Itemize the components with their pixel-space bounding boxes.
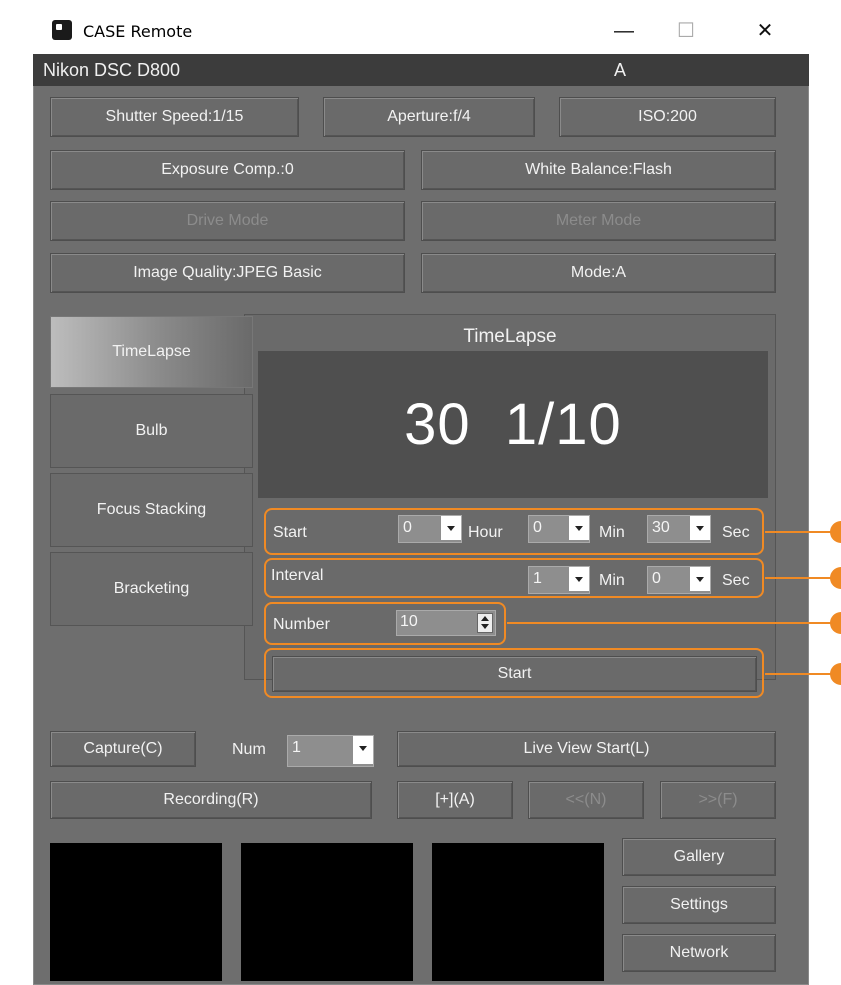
meter-mode-button[interactable]: Meter Mode [421, 201, 776, 241]
callout-line-4 [765, 673, 835, 675]
thumbnail-1[interactable] [50, 843, 222, 981]
autofocus-button[interactable]: [+](A) [397, 781, 513, 819]
panel-heading: TimeLapse [463, 326, 557, 347]
start-min-select[interactable]: 0 [528, 515, 590, 543]
number-stepper[interactable]: 10 [396, 610, 496, 636]
image-quality-button[interactable]: Image Quality:JPEG Basic [50, 253, 405, 293]
tab-bracketing[interactable]: Bracketing [50, 552, 253, 626]
white-balance-button[interactable]: White Balance:Flash [421, 150, 776, 190]
title-bar: CASE Remote — ☐ ✕ [33, 6, 809, 54]
thumbnail-2[interactable] [241, 843, 413, 981]
chevron-down-icon [690, 567, 710, 591]
interval-min-select[interactable]: 1 [528, 566, 590, 594]
sec-label: Sec [722, 524, 750, 541]
callout-line-2 [765, 577, 835, 579]
start-label: Start [273, 524, 307, 541]
chevron-down-icon [569, 516, 589, 540]
aperture-button[interactable]: Aperture:f/4 [323, 97, 535, 137]
settings-button[interactable]: Settings [622, 886, 776, 924]
chevron-down-icon [690, 516, 710, 540]
interval-sec-label: Sec [722, 572, 750, 589]
focus-near-button[interactable]: <<(N) [528, 781, 644, 819]
maximize-button[interactable]: ☐ [663, 14, 709, 48]
recording-button[interactable]: Recording(R) [50, 781, 372, 819]
num-select[interactable]: 1 [287, 735, 374, 767]
capture-button[interactable]: Capture(C) [50, 731, 196, 767]
start-hour-select[interactable]: 0 [398, 515, 462, 543]
thumbnail-3[interactable] [432, 843, 604, 981]
device-bar: Nikon DSC D800 A [33, 54, 809, 86]
interval-min-label: Min [599, 572, 625, 589]
focus-far-button[interactable]: >>(F) [660, 781, 776, 819]
interval-sec-select[interactable]: 0 [647, 566, 711, 594]
number-label: Number [273, 616, 330, 633]
chevron-down-icon [569, 567, 589, 591]
hour-label: Hour [468, 524, 503, 541]
window-title: CASE Remote [83, 22, 193, 41]
device-name: Nikon DSC D800 [43, 60, 181, 80]
callout-dot-4 [830, 663, 841, 685]
chevron-down-icon [353, 736, 373, 764]
live-view-button[interactable]: Live View Start(L) [397, 731, 776, 767]
callout-dot-3 [830, 612, 841, 634]
tab-bulb[interactable]: Bulb [50, 394, 253, 468]
spinner-arrows-icon[interactable] [477, 613, 493, 633]
start-sec-select[interactable]: 30 [647, 515, 711, 543]
minimize-button[interactable]: — [601, 14, 647, 48]
mode-button[interactable]: Mode:A [421, 253, 776, 293]
num-label: Num [232, 741, 266, 758]
callout-dot-2 [830, 567, 841, 589]
start-button[interactable]: Start [272, 656, 757, 692]
callout-dot-1 [830, 521, 841, 543]
shutter-speed-button[interactable]: Shutter Speed:1/15 [50, 97, 299, 137]
min-label: Min [599, 524, 625, 541]
exposure-comp-button[interactable]: Exposure Comp.:0 [50, 150, 405, 190]
tab-timelapse[interactable]: TimeLapse [50, 316, 253, 388]
callout-line-3 [507, 622, 835, 624]
app-icon [52, 20, 72, 40]
iso-button[interactable]: ISO:200 [559, 97, 776, 137]
device-mode: A [614, 60, 627, 80]
close-button[interactable]: ✕ [742, 14, 788, 48]
drive-mode-button[interactable]: Drive Mode [50, 201, 405, 241]
chevron-down-icon [441, 516, 461, 540]
network-button[interactable]: Network [622, 934, 776, 972]
timelapse-display: 30 1/10 [258, 351, 768, 498]
gallery-button[interactable]: Gallery [622, 838, 776, 876]
tab-focus-stacking[interactable]: Focus Stacking [50, 473, 253, 547]
interval-label: Interval [271, 567, 324, 584]
callout-line-1 [765, 531, 835, 533]
